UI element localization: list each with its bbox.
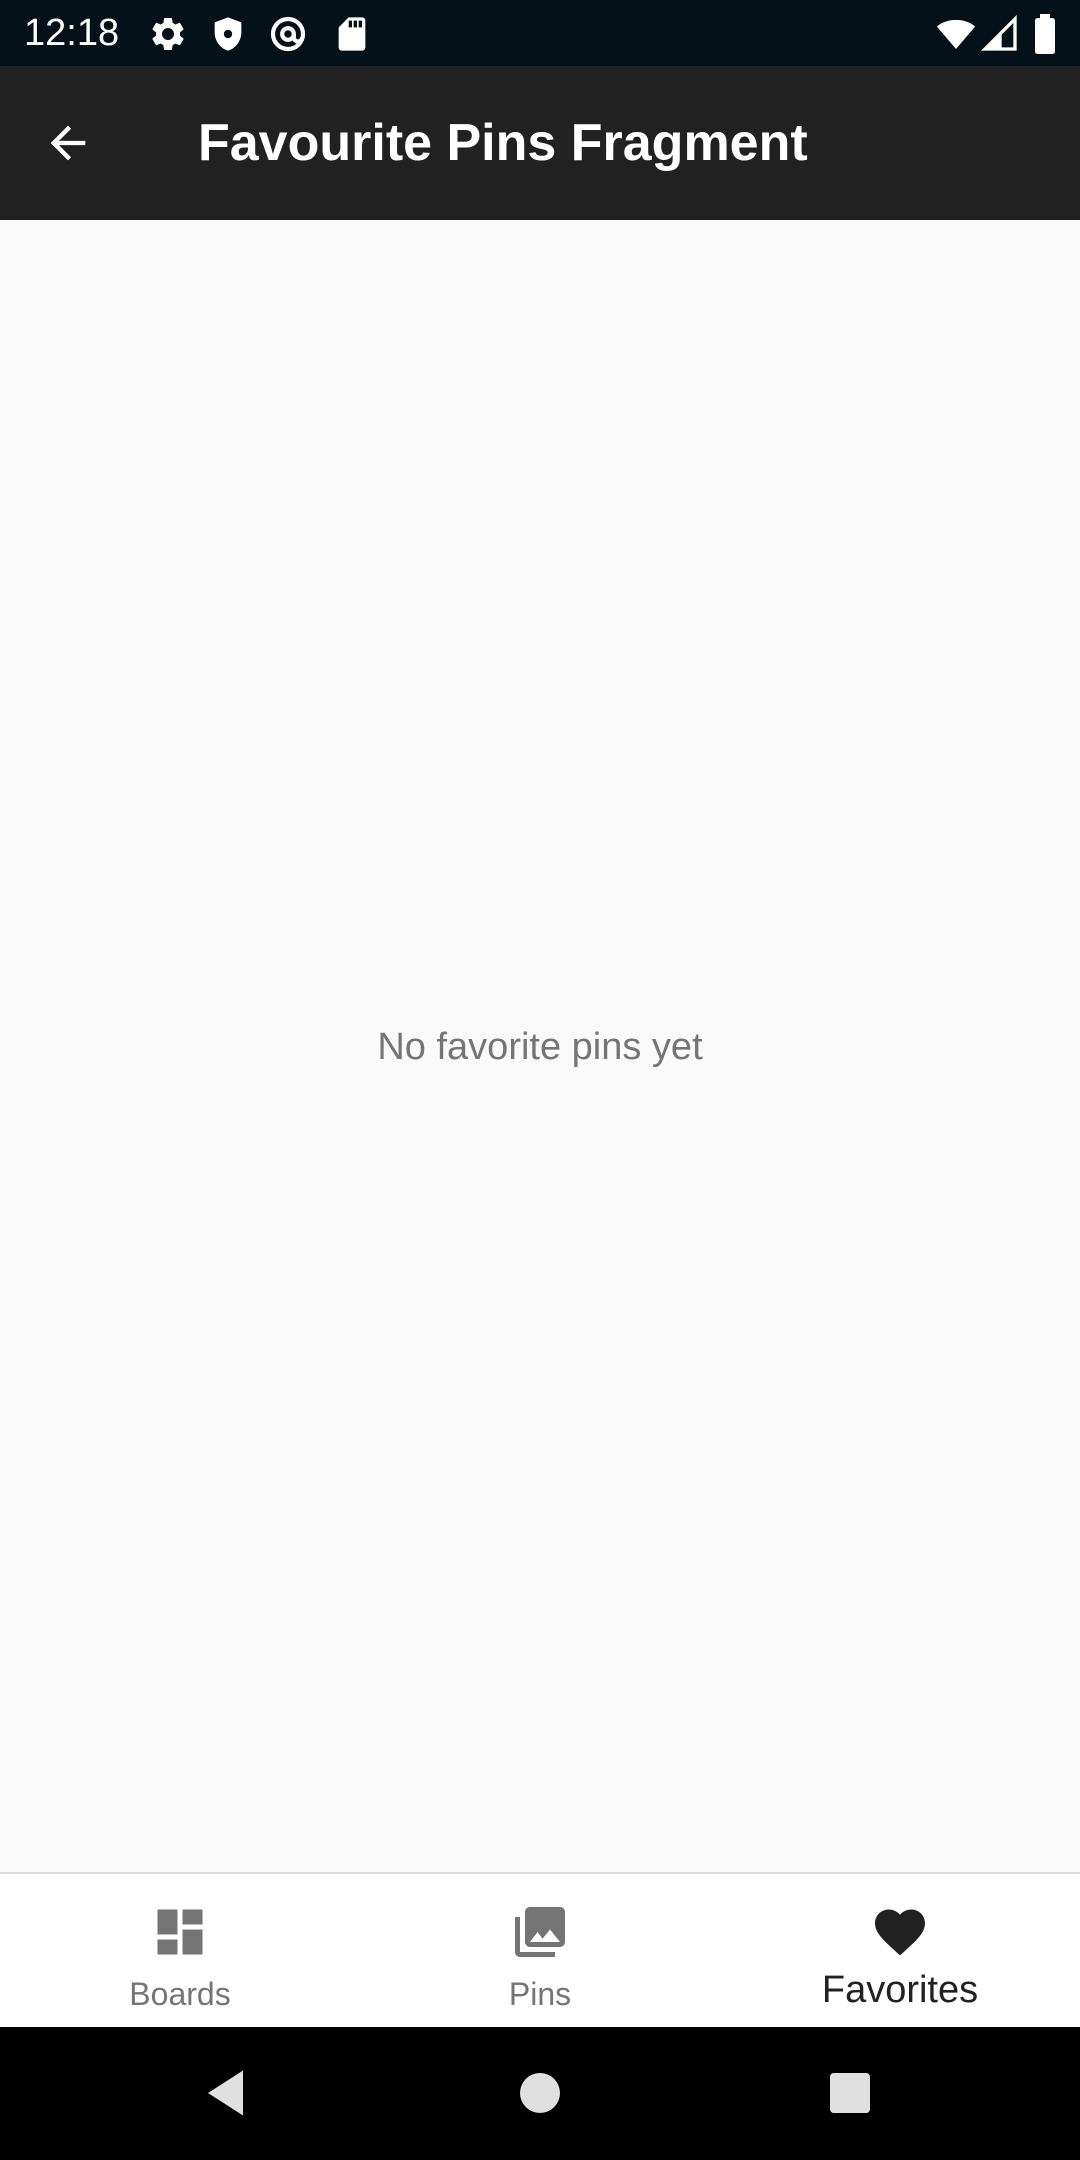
dashboard-icon (150, 1902, 210, 1962)
shield-icon (208, 14, 248, 54)
sd-card-icon (332, 14, 372, 54)
status-time: 12:18 (24, 12, 120, 54)
nav-item-favorites[interactable]: Favorites (720, 1874, 1080, 2027)
heart-icon (870, 1902, 930, 1962)
gear-icon (148, 14, 188, 54)
status-bar: 12:18 (0, 0, 1080, 66)
photo-library-icon (510, 1902, 570, 1962)
nav-label-boards: Boards (129, 1976, 231, 2012)
at-sign-icon (268, 14, 308, 54)
screen: 12:18 Favourite Pins Fragment No favorit… (0, 0, 1080, 2160)
back-button[interactable] (36, 111, 100, 175)
favorites-content: No favorite pins yet (0, 220, 1080, 1872)
bottom-navigation: Boards Pins Favorites (0, 1872, 1080, 2027)
page-title: Favourite Pins Fragment (198, 114, 808, 172)
arrow-back-icon (42, 117, 94, 169)
nav-label-pins: Pins (508, 1976, 572, 2012)
battery-icon (1030, 14, 1060, 54)
nav-label-favorites: Favorites (821, 1969, 979, 2011)
app-bar: Favourite Pins Fragment (0, 66, 1080, 220)
signal-icon (980, 14, 1020, 54)
wifi-icon (936, 14, 976, 54)
nav-item-pins[interactable]: Pins (360, 1874, 720, 2027)
recents-square-icon[interactable] (820, 2063, 880, 2123)
system-navigation-bar (0, 2027, 1080, 2160)
nav-item-boards[interactable]: Boards (0, 1874, 360, 2027)
back-triangle-icon[interactable] (198, 2063, 258, 2123)
home-circle-icon[interactable] (510, 2063, 570, 2123)
empty-state-message: No favorite pins yet (377, 1026, 703, 1068)
